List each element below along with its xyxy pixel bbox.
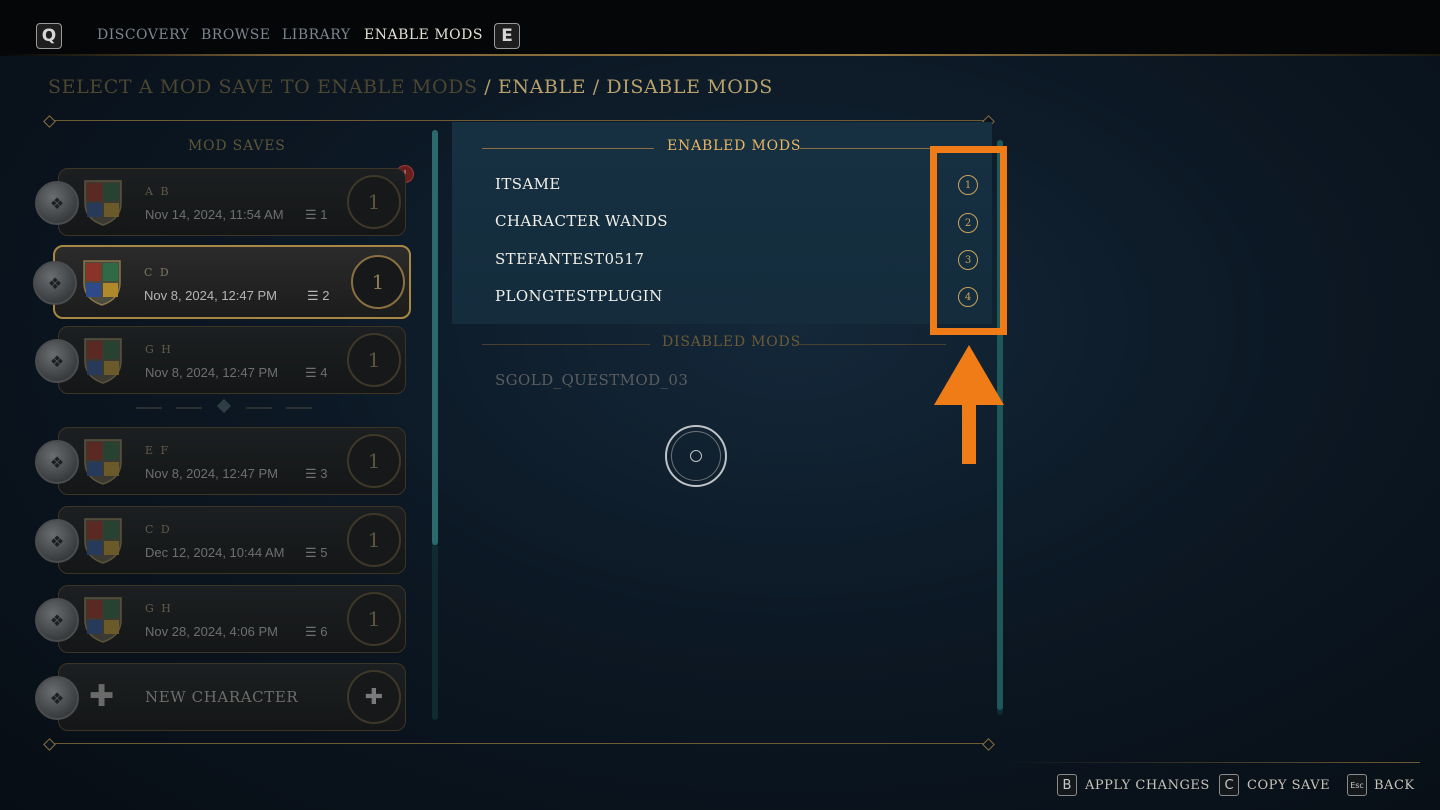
wax-seal-icon: ❖ xyxy=(35,598,79,642)
save-date: Nov 14, 2024, 11:54 AM xyxy=(145,207,284,222)
mod-save-card[interactable]: ❖ E F Nov 8, 2024, 12:47 PM ☰ 3 1 xyxy=(35,427,406,495)
save-initials: A B xyxy=(145,185,171,198)
hogwarts-crest-icon xyxy=(84,518,122,564)
save-mod-count-value: 5 xyxy=(320,545,328,560)
save-mod-count-value: 2 xyxy=(322,288,330,303)
annotation-arrow-icon xyxy=(934,345,1004,405)
save-initials: G H xyxy=(145,602,173,615)
panel-corner-ornament xyxy=(982,738,995,751)
heading-rule xyxy=(482,344,650,345)
panel-corner-ornament xyxy=(43,738,56,751)
wax-seal-icon: ❖ xyxy=(35,676,79,720)
save-level-ring: 1 xyxy=(347,513,401,567)
heading-rule xyxy=(796,344,946,345)
save-mod-count: ☰ 6 xyxy=(305,624,328,640)
plus-icon: ✚ xyxy=(89,679,115,714)
saves-scrollbar-thumb[interactable] xyxy=(432,130,438,545)
new-character-label: NEW CHARACTER xyxy=(145,688,299,706)
save-mod-count: ☰ 3 xyxy=(305,466,328,482)
mod-saves-title: MOD SAVES xyxy=(188,138,286,154)
list-icon: ☰ xyxy=(305,466,321,481)
save-date: Nov 8, 2024, 12:47 PM xyxy=(144,288,277,303)
mod-save-card[interactable]: ❖ C D Dec 12, 2024, 10:44 AM ☰ 5 1 xyxy=(35,506,406,574)
apply-changes-button[interactable]: APPLY CHANGES xyxy=(1085,778,1210,793)
breadcrumb-current: / ENABLE / DISABLE MODS xyxy=(477,76,773,98)
enabled-mod-item[interactable]: CHARACTER WANDS xyxy=(495,212,668,230)
enabled-mod-item[interactable]: PLONGTESTPLUGIN xyxy=(495,287,663,305)
tab-enable-mods[interactable]: ENABLE MODS xyxy=(364,27,483,43)
apply-changes-key-icon: B xyxy=(1057,774,1077,796)
save-date: Nov 8, 2024, 12:47 PM xyxy=(145,466,278,481)
divider-ornament-icon xyxy=(216,398,232,414)
list-icon: ☰ xyxy=(307,288,323,303)
panel-bottom-border xyxy=(52,743,988,744)
mod-save-card[interactable]: ❖ A B Nov 14, 2024, 11:54 AM ☰ 1 1 xyxy=(35,168,406,236)
wax-seal-icon: ❖ xyxy=(35,519,79,563)
save-level-ring: 1 xyxy=(351,255,405,309)
save-initials: G H xyxy=(145,343,173,356)
breadcrumb: SELECT A MOD SAVE TO ENABLE MODS / ENABL… xyxy=(48,76,773,98)
wax-seal-icon: ❖ xyxy=(33,261,77,305)
mod-save-card[interactable]: ❖ G H Nov 8, 2024, 12:47 PM ☰ 4 1 xyxy=(35,326,406,394)
back-key-icon: Esc xyxy=(1347,774,1367,796)
hogwarts-crest-icon xyxy=(84,180,122,226)
copy-save-button[interactable]: COPY SAVE xyxy=(1247,778,1330,793)
footer-divider xyxy=(1000,762,1420,763)
breadcrumb-select-save[interactable]: SELECT A MOD SAVE TO ENABLE MODS xyxy=(48,76,478,98)
panel-corner-ornament xyxy=(43,115,56,128)
hogwarts-crest-icon xyxy=(84,338,122,384)
save-mod-count-value: 4 xyxy=(320,365,328,380)
save-date: Dec 12, 2024, 10:44 AM xyxy=(145,545,285,560)
hogwarts-crest-icon xyxy=(83,260,121,306)
save-initials: C D xyxy=(144,266,171,279)
enabled-mod-item[interactable]: STEFANTEST0517 xyxy=(495,250,644,268)
loading-spinner-center xyxy=(690,450,702,462)
wax-seal-icon: ❖ xyxy=(35,181,79,225)
tab-discovery[interactable]: DISCOVERY xyxy=(97,27,189,43)
save-mod-count-value: 6 xyxy=(320,624,328,639)
tab-browse[interactable]: BROWSE xyxy=(201,27,271,43)
disabled-mods-title: DISABLED MODS xyxy=(662,334,801,350)
save-date: Nov 28, 2024, 4:06 PM xyxy=(145,624,278,639)
hogwarts-crest-icon xyxy=(84,439,122,485)
previous-tab-key-hint[interactable]: Q xyxy=(36,23,62,49)
save-mod-count: ☰ 4 xyxy=(305,365,328,381)
save-date: Nov 8, 2024, 12:47 PM xyxy=(145,365,278,380)
plus-icon: ✚ xyxy=(347,670,401,724)
save-mod-count: ☰ 2 xyxy=(307,288,330,304)
list-icon: ☰ xyxy=(305,545,321,560)
copy-save-key-icon: C xyxy=(1219,774,1239,796)
save-initials: C D xyxy=(145,523,172,536)
tab-library[interactable]: LIBRARY xyxy=(282,27,351,43)
enabled-mod-item[interactable]: ITSAME xyxy=(495,175,561,193)
save-level-ring: 1 xyxy=(347,434,401,488)
save-mod-count: ☰ 1 xyxy=(305,207,328,223)
annotation-arrow-shaft xyxy=(962,404,976,464)
save-mod-count-value: 3 xyxy=(320,466,328,481)
disabled-mod-item[interactable]: SGOLD_QUESTMOD_03 xyxy=(495,371,688,389)
back-button[interactable]: BACK xyxy=(1374,778,1415,793)
save-level-ring: 1 xyxy=(347,592,401,646)
save-mod-count-value: 1 xyxy=(320,207,328,222)
list-icon: ☰ xyxy=(305,624,321,639)
mod-save-card-selected[interactable]: ❖ C D Nov 8, 2024, 12:47 PM ☰ 2 1 xyxy=(33,245,411,319)
wax-seal-icon: ❖ xyxy=(35,440,79,484)
panel-top-border xyxy=(52,120,988,121)
new-character-button[interactable]: ❖ ✚ NEW CHARACTER ✚ xyxy=(35,663,406,731)
load-order-highlight-box xyxy=(930,146,1007,335)
list-icon: ☰ xyxy=(305,207,321,222)
top-bar-divider xyxy=(0,54,1440,56)
list-icon: ☰ xyxy=(305,365,321,380)
save-mod-count: ☰ 5 xyxy=(305,545,328,561)
save-initials: E F xyxy=(145,444,171,457)
heading-rule xyxy=(482,148,654,149)
enabled-mods-title: ENABLED MODS xyxy=(667,138,802,154)
hogwarts-crest-icon xyxy=(84,597,122,643)
save-level-ring: 1 xyxy=(347,175,401,229)
wax-seal-icon: ❖ xyxy=(35,339,79,383)
mod-save-card[interactable]: ❖ G H Nov 28, 2024, 4:06 PM ☰ 6 1 xyxy=(35,585,406,653)
next-tab-key-hint[interactable]: E xyxy=(494,23,520,49)
save-level-ring: 1 xyxy=(347,333,401,387)
heading-rule xyxy=(800,148,950,149)
